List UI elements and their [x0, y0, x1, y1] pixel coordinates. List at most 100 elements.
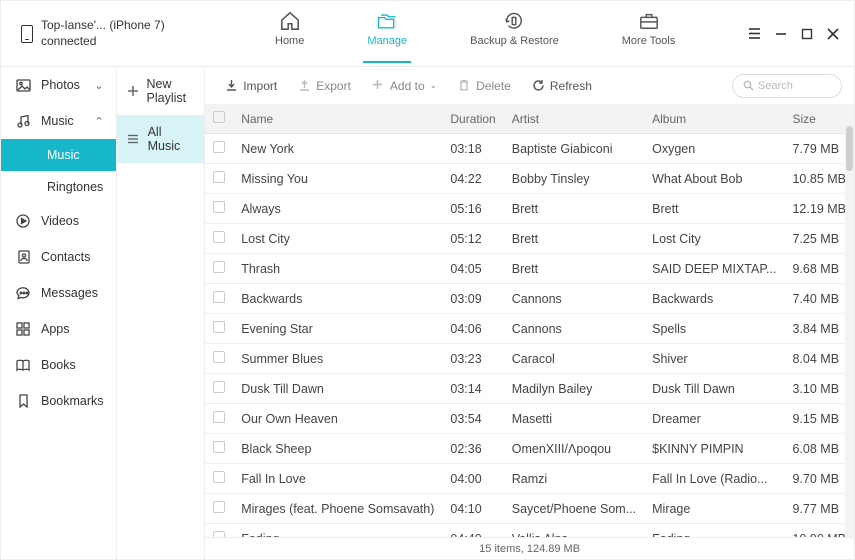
messages-icon	[15, 285, 31, 301]
sidebar-item-music[interactable]: Music ⌃	[1, 103, 116, 139]
search-input[interactable]: Search	[732, 74, 842, 98]
checkbox[interactable]	[213, 321, 225, 333]
checkbox[interactable]	[213, 141, 225, 153]
export-button[interactable]: Export	[290, 75, 359, 97]
sidebar-sub-music[interactable]: Music	[1, 139, 116, 171]
table-row[interactable]: Our Own Heaven03:54MasettiDreamer9.15 MB	[205, 404, 854, 434]
checkbox-all[interactable]	[213, 111, 225, 123]
checkbox[interactable]	[213, 411, 225, 423]
checkbox[interactable]	[213, 501, 225, 513]
sidebar-item-messages[interactable]: Messages	[1, 275, 116, 311]
tab-manage[interactable]: Manage	[363, 5, 411, 63]
cell-duration: 03:14	[442, 374, 503, 404]
checkbox[interactable]	[213, 291, 225, 303]
sidebar-item-contacts[interactable]: Contacts	[1, 239, 116, 275]
col-name[interactable]: Name	[233, 104, 442, 134]
col-duration[interactable]: Duration	[442, 104, 503, 134]
table-row[interactable]: Lost City05:12BrettLost City7.25 MB	[205, 224, 854, 254]
sidebar-item-videos[interactable]: Videos	[1, 203, 116, 239]
cell-artist: Cannons	[504, 314, 644, 344]
row-check[interactable]	[205, 404, 233, 434]
cell-album: Oxygen	[644, 134, 784, 164]
row-check[interactable]	[205, 164, 233, 194]
checkbox[interactable]	[213, 261, 225, 273]
cell-album: $KINNY PIMPIN	[644, 434, 784, 464]
checkbox[interactable]	[213, 351, 225, 363]
tab-home[interactable]: Home	[271, 5, 308, 63]
cell-size: 9.68 MB	[784, 254, 854, 284]
list-icon	[127, 133, 140, 145]
col-album[interactable]: Album	[644, 104, 784, 134]
refresh-button[interactable]: Refresh	[524, 75, 600, 97]
cell-size: 9.70 MB	[784, 464, 854, 494]
table-row[interactable]: Evening Star04:06CannonsSpells3.84 MB	[205, 314, 854, 344]
scrollbar-thumb[interactable]	[846, 126, 853, 171]
checkbox[interactable]	[213, 441, 225, 453]
device-area[interactable]: Top-Ianse'... (iPhone 7) connected	[21, 18, 231, 49]
table-row[interactable]: Fading04:40Vallis AlpsFading10.90 MB	[205, 524, 854, 538]
table-row[interactable]: Dusk Till Dawn03:14Madilyn BaileyDusk Ti…	[205, 374, 854, 404]
content-area: Import Export Add to ⌄ Delete Refr	[205, 67, 854, 559]
sidebar-item-books[interactable]: Books	[1, 347, 116, 383]
checkbox[interactable]	[213, 471, 225, 483]
table-scroll[interactable]: Name Duration Artist Album Size New York…	[205, 104, 854, 537]
table-row[interactable]: Mirages (feat. Phoene Somsavath)04:10Say…	[205, 494, 854, 524]
checkbox[interactable]	[213, 201, 225, 213]
col-artist[interactable]: Artist	[504, 104, 644, 134]
cell-album: Spells	[644, 314, 784, 344]
cell-artist: Brett	[504, 224, 644, 254]
sidebar-item-bookmarks[interactable]: Bookmarks	[1, 383, 116, 419]
table-row[interactable]: Backwards03:09CannonsBackwards7.40 MB	[205, 284, 854, 314]
sidebar-sub-ringtones[interactable]: Ringtones	[1, 171, 116, 203]
tab-backup[interactable]: Backup & Restore	[466, 5, 563, 63]
checkbox[interactable]	[213, 171, 225, 183]
maximize-icon[interactable]	[801, 28, 813, 40]
toolbar-label: Export	[316, 79, 351, 93]
checkbox[interactable]	[213, 231, 225, 243]
cell-size: 9.77 MB	[784, 494, 854, 524]
table-row[interactable]: Black Sheep02:36OmenXIII/Λpoqou$KINNY PI…	[205, 434, 854, 464]
scrollbar[interactable]	[845, 104, 854, 537]
checkbox[interactable]	[213, 531, 225, 537]
cell-album: Shiver	[644, 344, 784, 374]
playlist-all-music[interactable]: All Music	[117, 115, 205, 163]
row-check[interactable]	[205, 434, 233, 464]
col-check[interactable]	[205, 104, 233, 134]
row-check[interactable]	[205, 524, 233, 538]
row-check[interactable]	[205, 194, 233, 224]
row-check[interactable]	[205, 314, 233, 344]
table-row[interactable]: Thrash04:05BrettSAID DEEP MIXTAP...9.68 …	[205, 254, 854, 284]
import-button[interactable]: Import	[217, 75, 285, 97]
playlist-label: New Playlist	[147, 77, 195, 105]
checkbox[interactable]	[213, 381, 225, 393]
table-row[interactable]: Always05:16BrettBrett12.19 MB	[205, 194, 854, 224]
window-controls	[748, 27, 839, 40]
row-check[interactable]	[205, 224, 233, 254]
row-check[interactable]	[205, 254, 233, 284]
table-row[interactable]: New York03:18Baptiste GiabiconiOxygen7.7…	[205, 134, 854, 164]
row-check[interactable]	[205, 464, 233, 494]
row-check[interactable]	[205, 344, 233, 374]
home-icon	[279, 11, 301, 31]
close-icon[interactable]	[827, 28, 839, 40]
sidebar-item-photos[interactable]: Photos ⌄	[1, 67, 116, 103]
cell-size: 6.08 MB	[784, 434, 854, 464]
table-row[interactable]: Summer Blues03:23CaracolShiver8.04 MB	[205, 344, 854, 374]
col-size[interactable]: Size	[784, 104, 854, 134]
row-check[interactable]	[205, 494, 233, 524]
sidebar-item-apps[interactable]: Apps	[1, 311, 116, 347]
delete-button[interactable]: Delete	[450, 75, 519, 97]
cell-size: 10.85 MB	[784, 164, 854, 194]
row-check[interactable]	[205, 284, 233, 314]
new-playlist-button[interactable]: New Playlist	[117, 67, 205, 115]
table-row[interactable]: Fall In Love04:00RamziFall In Love (Radi…	[205, 464, 854, 494]
table-row[interactable]: Missing You04:22Bobby TinsleyWhat About …	[205, 164, 854, 194]
addto-button[interactable]: Add to ⌄	[364, 75, 445, 97]
tab-tools[interactable]: More Tools	[618, 5, 680, 63]
row-check[interactable]	[205, 134, 233, 164]
minimize-icon[interactable]	[775, 28, 787, 40]
row-check[interactable]	[205, 374, 233, 404]
tab-backup-label: Backup & Restore	[470, 35, 559, 47]
cell-artist: Vallis Alps	[504, 524, 644, 538]
menu-icon[interactable]	[748, 27, 761, 40]
